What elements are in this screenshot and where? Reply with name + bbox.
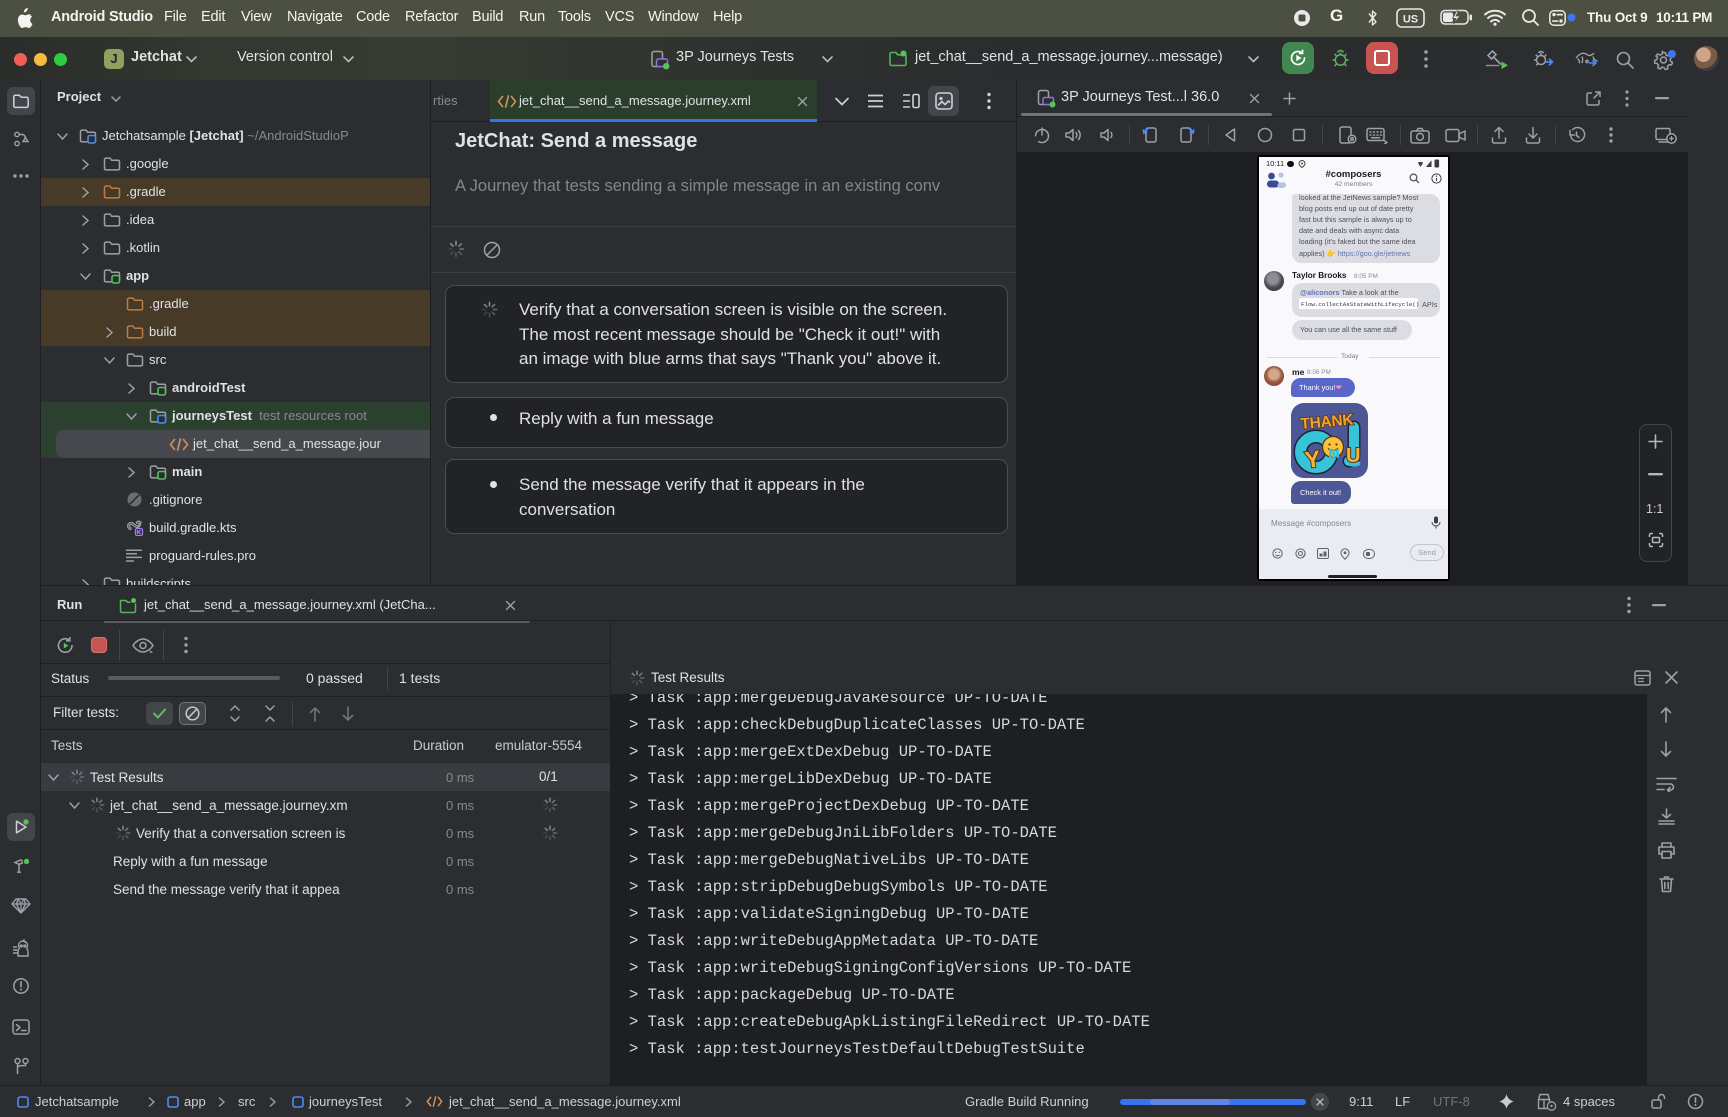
svg-text:Y: Y bbox=[1303, 445, 1321, 473]
svg-text:US: US bbox=[1403, 14, 1418, 26]
svg-text:U: U bbox=[1346, 445, 1360, 467]
